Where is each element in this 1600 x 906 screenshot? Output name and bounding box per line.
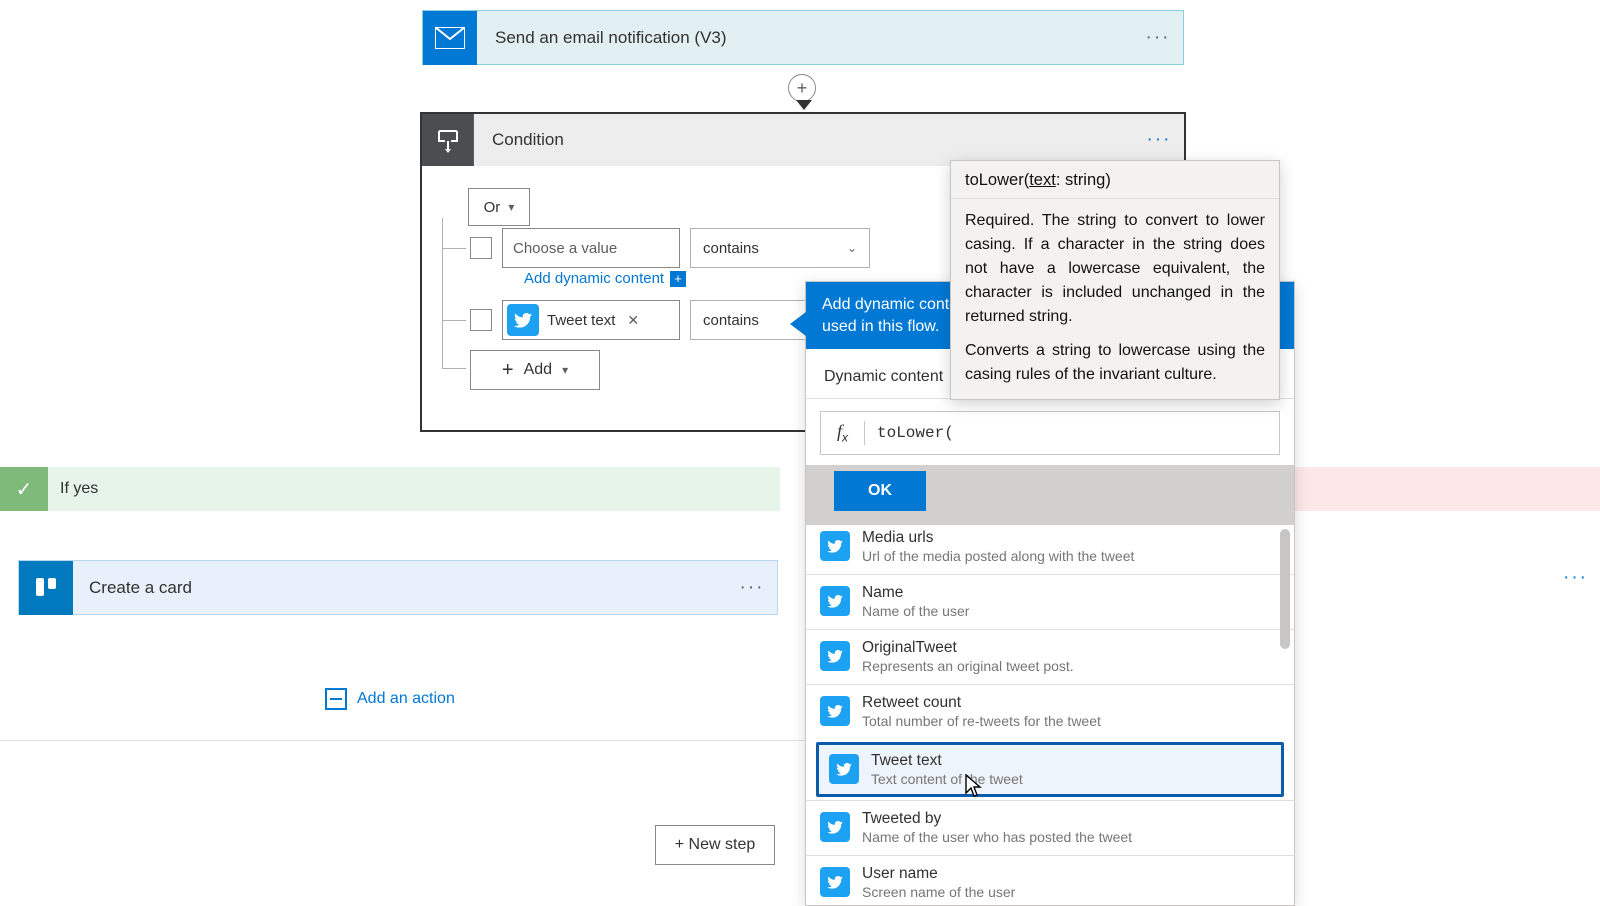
list-item[interactable]: OriginalTweetRepresents an original twee… (806, 629, 1294, 684)
trello-icon (19, 561, 73, 615)
if-yes-branch-header[interactable]: ✓ If yes (0, 467, 780, 511)
if-no-step-menu[interactable]: ··· (1563, 567, 1588, 589)
twitter-icon (829, 754, 859, 784)
dynamic-content-list: Media urlsUrl of the media posted along … (806, 525, 1294, 905)
item-desc: Represents an original tweet post. (862, 658, 1074, 674)
check-icon: ✓ (0, 467, 48, 511)
email-step-card[interactable]: Send an email notification (V3) ··· (422, 10, 1184, 65)
sig-suffix: : string) (1056, 171, 1111, 189)
ok-button[interactable]: OK (834, 471, 926, 511)
panel-pointer-icon (790, 312, 806, 336)
item-name: Name (862, 584, 969, 602)
item-name: Tweeted by (862, 810, 1132, 828)
add-step-between-button[interactable]: + (788, 74, 816, 102)
sig-arg: text (1029, 171, 1056, 189)
pill-remove-icon[interactable]: ✕ (623, 312, 643, 329)
plus-icon: + (670, 271, 686, 287)
twitter-icon (820, 586, 850, 616)
condition-menu[interactable]: ··· (1134, 114, 1184, 166)
group-operator-dropdown[interactable]: Or ▾ (468, 188, 530, 226)
list-item[interactable]: User nameScreen name of the user (806, 855, 1294, 905)
item-name: User name (862, 865, 1015, 883)
mail-icon (423, 11, 477, 65)
scrollbar-thumb[interactable] (1280, 529, 1290, 649)
condition-row1-operator-label: contains (703, 240, 759, 257)
add-action-label: Add an action (357, 690, 455, 708)
item-desc: Name of the user (862, 603, 969, 619)
list-item-selected[interactable]: Tweet textText content of the tweet (816, 742, 1284, 797)
group-operator-label: Or (484, 199, 501, 216)
list-item[interactable]: NameName of the user (806, 574, 1294, 629)
item-name: Media urls (862, 529, 1134, 547)
if-no-branch-header[interactable] (1290, 467, 1600, 511)
item-desc: Url of the media posted along with the t… (862, 548, 1134, 564)
item-desc: Screen name of the user (862, 884, 1015, 900)
list-item[interactable]: Media urlsUrl of the media posted along … (806, 525, 1294, 574)
twitter-icon (507, 304, 539, 336)
twitter-icon (820, 812, 850, 842)
control-icon (325, 688, 347, 710)
twitter-icon (820, 531, 850, 561)
condition-row2-checkbox[interactable] (470, 309, 492, 331)
pill-label: Tweet text (547, 312, 615, 329)
create-card-step[interactable]: Create a card ··· (18, 560, 778, 615)
chevron-down-icon: ▾ (508, 200, 514, 214)
add-dynamic-content-label: Add dynamic content (524, 270, 664, 287)
condition-title: Condition (474, 114, 1134, 166)
add-dynamic-content-link[interactable]: Add dynamic content + (524, 270, 686, 287)
expression-input[interactable]: toLower( (865, 424, 1279, 442)
plus-icon: + (502, 359, 514, 382)
tooltip-signature: toLower(text: string) (951, 161, 1279, 199)
list-item[interactable]: Tweeted byName of the user who has poste… (806, 800, 1294, 855)
create-card-title: Create a card (73, 578, 727, 598)
email-step-title: Send an email notification (V3) (477, 28, 1133, 48)
expression-input-row: fx toLower( (820, 411, 1280, 455)
condition-row2-operator-label: contains (703, 312, 759, 329)
create-card-menu[interactable]: ··· (727, 577, 777, 599)
sig-prefix: toLower( (965, 171, 1029, 189)
item-name: Retweet count (862, 694, 1101, 712)
condition-row1-value-input[interactable]: Choose a value (502, 228, 680, 268)
if-yes-label: If yes (48, 480, 98, 498)
add-button-label: Add (524, 361, 552, 379)
condition-header[interactable]: Condition ··· (422, 114, 1184, 166)
twitter-icon (820, 696, 850, 726)
add-action-button[interactable]: Add an action (325, 688, 455, 710)
flow-arrow-icon (796, 100, 812, 110)
fx-icon: fx (821, 421, 865, 445)
new-step-button[interactable]: + New step (655, 825, 775, 865)
item-desc: Name of the user who has posted the twee… (862, 829, 1132, 845)
item-name: OriginalTweet (862, 639, 1074, 657)
condition-row1-operator-select[interactable]: contains ⌄ (690, 228, 870, 268)
list-item[interactable]: Retweet countTotal number of re-tweets f… (806, 684, 1294, 739)
twitter-icon (820, 641, 850, 671)
condition-row1-checkbox[interactable] (470, 237, 492, 259)
tooltip-body: Required. The string to convert to lower… (951, 199, 1279, 339)
item-name: Tweet text (871, 752, 1023, 770)
tooltip-body2: Converts a string to lowercase using the… (951, 339, 1279, 393)
item-desc: Total number of re-tweets for the tweet (862, 713, 1101, 729)
email-step-menu[interactable]: ··· (1133, 27, 1183, 49)
new-step-label: + New step (675, 836, 755, 854)
chevron-down-icon: ▾ (562, 363, 568, 377)
twitter-icon (820, 867, 850, 897)
condition-row2-value-pill[interactable]: Tweet text ✕ (502, 300, 680, 340)
condition-icon (422, 114, 474, 166)
chevron-down-icon: ⌄ (847, 241, 857, 255)
tab-dynamic-content[interactable]: Dynamic content (824, 368, 943, 398)
item-desc: Text content of the tweet (871, 771, 1023, 787)
add-condition-row-button[interactable]: + Add ▾ (470, 350, 600, 390)
function-tooltip: toLower(text: string) Required. The stri… (950, 160, 1280, 400)
